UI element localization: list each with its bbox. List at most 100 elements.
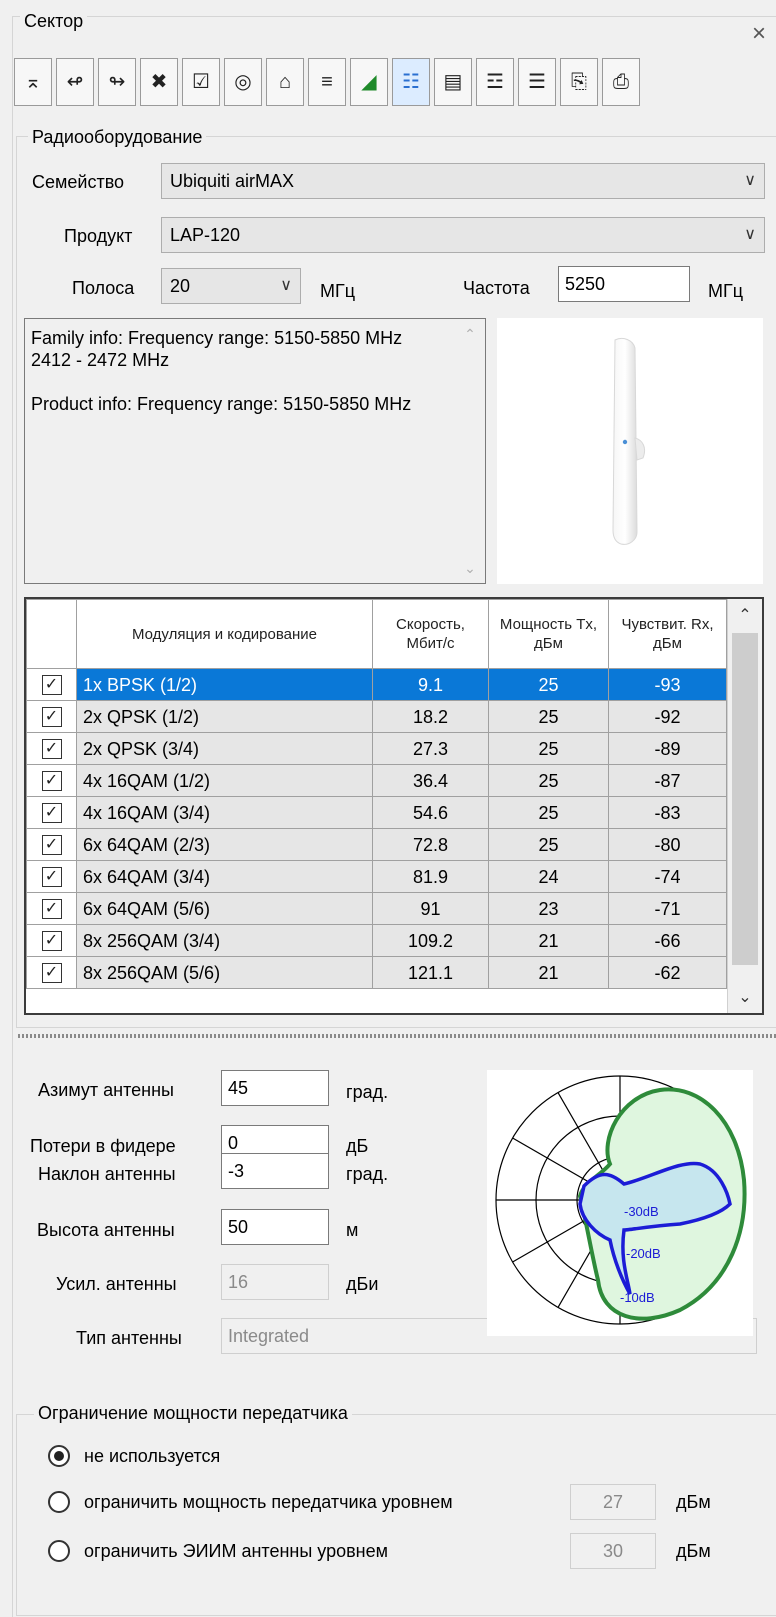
copy-button[interactable]: ⎘ [560, 58, 598, 106]
sensitivity-cell: -62 [608, 956, 727, 989]
chevron-down-icon: ∨ [744, 172, 756, 189]
row-checkbox-cell[interactable]: ✓ [26, 892, 77, 925]
table-row[interactable]: ✓ 2x QPSK (3/4) 27.3 25 -89 [26, 732, 727, 765]
sort-icon: ≡ [321, 71, 333, 93]
rotate-left-button[interactable]: ↫ [56, 58, 94, 106]
panel-splitter[interactable] [18, 1034, 776, 1038]
row-checkbox-cell[interactable]: ✓ [26, 828, 77, 861]
power-limit-eirp-radio[interactable] [48, 1540, 70, 1562]
scroll-up-icon[interactable]: ⌃ [457, 323, 483, 345]
scroll-down-icon[interactable]: ⌄ [728, 987, 762, 1007]
row-checkbox-cell[interactable]: ✓ [26, 668, 77, 701]
info-scrollbar[interactable]: ⌃ ⌄ [457, 321, 483, 581]
header-sensitivity[interactable]: Чувствит. Rx, дБм [608, 599, 727, 669]
scroll-up-icon[interactable]: ⌃ [728, 605, 762, 625]
gain-label: Усил. антенны [56, 1274, 177, 1294]
rotate-right-button[interactable]: ↬ [98, 58, 136, 106]
modulation-table[interactable]: Модуляция и кодирование Скорость, Мбит/с… [24, 597, 764, 1015]
table-row[interactable]: ✓ 4x 16QAM (3/4) 54.6 25 -83 [26, 796, 727, 829]
power-cell: 25 [488, 700, 609, 733]
power-cell: 21 [488, 956, 609, 989]
row-checkbox-cell[interactable]: ✓ [26, 764, 77, 797]
row-checkbox[interactable]: ✓ [41, 898, 62, 919]
product-select-value: LAP-120 [170, 225, 241, 245]
tilt-unit: град. [346, 1164, 389, 1184]
row-checkbox-cell[interactable]: ✓ [26, 924, 77, 957]
document-button[interactable]: ☷ [392, 58, 430, 106]
target-button[interactable]: ◎ [224, 58, 262, 106]
modulation-cell: 6x 64QAM (2/3) [76, 828, 373, 861]
power-limit-none-label[interactable]: не используется [84, 1444, 220, 1468]
paste-button[interactable]: ⎙ [602, 58, 640, 106]
product-select[interactable]: LAP-120 ∨ [161, 217, 765, 253]
power-limit-eirp-label[interactable]: ограничить ЭИИМ антенны уровнем [84, 1539, 388, 1563]
power-limit-eirp-input: 30 [570, 1533, 656, 1569]
sensitivity-cell: -87 [608, 764, 727, 797]
power-limit-tx-label[interactable]: ограничить мощность передатчика уровнем [84, 1490, 453, 1514]
tilt-input[interactable]: -3 [221, 1153, 329, 1189]
table-row[interactable]: ✓ 8x 256QAM (3/4) 109.2 21 -66 [26, 924, 727, 957]
header-modulation[interactable]: Модуляция и кодирование [76, 599, 373, 669]
table-row[interactable]: ✓ 6x 64QAM (2/3) 72.8 25 -80 [26, 828, 727, 861]
sensitivity-cell: -66 [608, 924, 727, 957]
table-header-row: Модуляция и кодирование Скорость, Мбит/с… [26, 599, 727, 669]
chevron-down-icon: ∨ [744, 226, 756, 243]
power-cell: 25 [488, 668, 609, 701]
table-row[interactable]: ✓ 6x 64QAM (3/4) 81.9 24 -74 [26, 860, 727, 893]
paste-icon: ⎙ [613, 71, 629, 93]
family-select[interactable]: Ubiquiti airMAX ∨ [161, 163, 765, 199]
band-select-value: 20 [170, 276, 191, 296]
table-row[interactable]: ✓ 2x QPSK (1/2) 18.2 25 -92 [26, 700, 727, 733]
azimuth-input[interactable]: 45 [221, 1070, 329, 1106]
power-limit-tx-radio[interactable] [48, 1491, 70, 1513]
header-power[interactable]: Мощность Tx, дБм [488, 599, 609, 669]
row-checkbox[interactable]: ✓ [41, 930, 62, 951]
row-checkbox-cell[interactable]: ✓ [26, 796, 77, 829]
row-checkbox-cell[interactable]: ✓ [26, 860, 77, 893]
height-input[interactable]: 50 [221, 1209, 329, 1245]
product-label: Продукт [64, 226, 133, 246]
power-cell: 25 [488, 732, 609, 765]
header-speed[interactable]: Скорость, Мбит/с [372, 599, 489, 669]
table-scrollbar[interactable]: ⌃ ⌄ [727, 599, 762, 1013]
delete-icon: ✖ [150, 71, 168, 93]
power-limit-none-radio[interactable] [48, 1445, 70, 1467]
add-link-button[interactable]: ⌂ [266, 58, 304, 106]
terrain-chart-button[interactable]: ◢ [350, 58, 388, 106]
panel-title: Сектор [20, 10, 88, 32]
table-row[interactable]: ✓ 8x 256QAM (5/6) 121.1 21 -62 [26, 956, 727, 989]
modulation-cell: 1x BPSK (1/2) [76, 668, 373, 701]
table-scroll-thumb[interactable] [732, 633, 758, 965]
list-settings-button[interactable]: ☰ [518, 58, 556, 106]
row-checkbox[interactable]: ✓ [41, 738, 62, 759]
row-checkbox[interactable]: ✓ [41, 962, 62, 983]
band-select[interactable]: 20 ∨ [161, 268, 301, 304]
speed-cell: 91 [372, 892, 489, 925]
equipment-info-box[interactable]: Family info: Frequency range: 5150-5850 … [24, 318, 486, 584]
row-checkbox[interactable]: ✓ [41, 866, 62, 887]
power-cell: 25 [488, 796, 609, 829]
card-button[interactable]: ▤ [434, 58, 472, 106]
sort-button[interactable]: ≡ [308, 58, 346, 106]
close-icon[interactable]: × [752, 22, 766, 46]
table-row[interactable]: ✓ 4x 16QAM (1/2) 36.4 25 -87 [26, 764, 727, 797]
frequency-input[interactable]: 5250 [558, 266, 690, 302]
checkbox-button[interactable]: ☑ [182, 58, 220, 106]
row-checkbox[interactable]: ✓ [41, 802, 62, 823]
row-checkbox[interactable]: ✓ [41, 706, 62, 727]
sensitivity-cell: -92 [608, 700, 727, 733]
row-checkbox[interactable]: ✓ [41, 834, 62, 855]
table-row[interactable]: ✓ 1x BPSK (1/2) 9.1 25 -93 [26, 668, 727, 701]
row-checkbox-cell[interactable]: ✓ [26, 956, 77, 989]
pattern-label-20db: -20dB [626, 1246, 661, 1261]
sensitivity-cell: -93 [608, 668, 727, 701]
row-checkbox-cell[interactable]: ✓ [26, 700, 77, 733]
row-checkbox[interactable]: ✓ [41, 770, 62, 791]
row-checkbox-cell[interactable]: ✓ [26, 732, 77, 765]
scroll-down-icon[interactable]: ⌄ [457, 557, 483, 579]
row-checkbox[interactable]: ✓ [41, 674, 62, 695]
table-row[interactable]: ✓ 6x 64QAM (5/6) 91 23 -71 [26, 892, 727, 925]
add-sector-button[interactable]: ⌅ [14, 58, 52, 106]
settings-sliders-button[interactable]: ☲ [476, 58, 514, 106]
delete-button[interactable]: ✖ [140, 58, 178, 106]
